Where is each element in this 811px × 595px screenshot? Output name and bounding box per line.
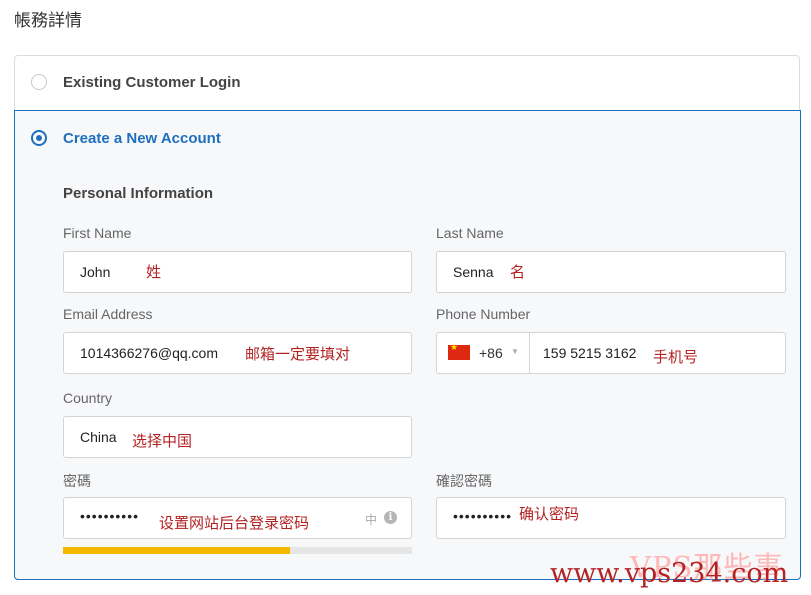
confirm-password-label: 確認密碼 xyxy=(436,473,492,489)
last-name-label: Last Name xyxy=(436,225,504,241)
phone-field: +86 ▼ 159 5215 3162 手机号 xyxy=(436,332,786,374)
china-flag-icon xyxy=(448,342,470,360)
phone-value[interactable]: 159 5215 3162 xyxy=(543,345,636,361)
password-annotation: 设置网站后台登录密码 xyxy=(159,515,310,532)
email-label: Email Address xyxy=(63,306,153,322)
confirm-password-field[interactable]: •••••••••• 确认密码 xyxy=(436,497,786,539)
last-name-value: Senna xyxy=(453,264,494,280)
first-name-label: First Name xyxy=(63,225,132,241)
password-field[interactable]: •••••••••• 设置网站后台登录密码 中 i xyxy=(63,497,412,539)
new-account-label[interactable]: Create a New Account xyxy=(63,130,221,147)
watermark-url: www.vps234.com xyxy=(550,558,789,589)
last-name-annotation: 名 xyxy=(510,264,526,281)
page-title: 帳務詳情 xyxy=(14,11,82,30)
email-value: 1014366276@qq.com xyxy=(80,345,218,361)
first-name-field[interactable]: John 姓 xyxy=(63,251,412,293)
country-select[interactable]: China 选择中国 xyxy=(63,416,412,458)
dial-code: +86 xyxy=(479,345,503,361)
phone-label: Phone Number xyxy=(436,306,531,322)
confirm-password-annotation: 确认密码 xyxy=(519,506,580,523)
password-label: 密碼 xyxy=(63,473,91,489)
existing-customer-label[interactable]: Existing Customer Login xyxy=(63,74,241,91)
phone-annotation: 手机号 xyxy=(653,349,699,366)
country-annotation: 选择中国 xyxy=(132,433,193,450)
email-annotation: 邮箱一定要填对 xyxy=(245,346,351,363)
email-field[interactable]: 1014366276@qq.com 邮箱一定要填对 xyxy=(63,332,412,374)
country-value: China xyxy=(80,429,117,445)
info-icon[interactable]: i xyxy=(384,511,397,524)
personal-info-heading: Personal Information xyxy=(63,185,214,202)
new-account-radio[interactable] xyxy=(31,130,47,146)
password-masked: •••••••••• xyxy=(80,508,140,524)
country-code-dropdown[interactable]: +86 ▼ xyxy=(437,333,530,373)
first-name-value: John xyxy=(80,264,111,280)
first-name-annotation: 姓 xyxy=(146,264,162,281)
password-strength-meter xyxy=(63,547,412,554)
confirm-password-masked: •••••••••• xyxy=(453,508,513,524)
ime-indicator: 中 xyxy=(365,513,378,527)
existing-customer-radio[interactable] xyxy=(31,74,47,90)
chevron-down-icon: ▼ xyxy=(511,347,519,356)
country-label: Country xyxy=(63,390,113,406)
password-strength-fill xyxy=(63,547,290,554)
last-name-field[interactable]: Senna 名 xyxy=(436,251,786,293)
